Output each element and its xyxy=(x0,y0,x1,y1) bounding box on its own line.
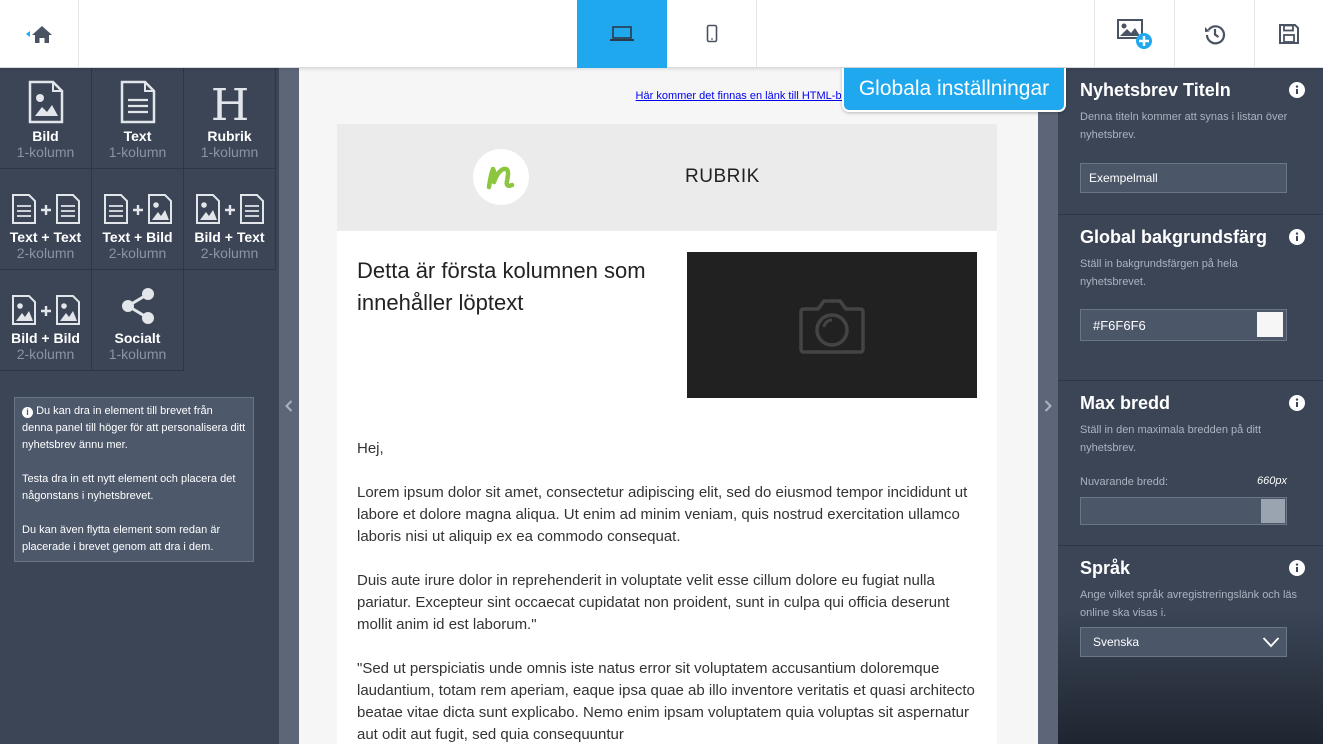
setting-description: Ställ in bakgrundsfärgen på hela nyhetsb… xyxy=(1080,258,1238,288)
greeting: Hej, xyxy=(357,440,384,457)
info-icon[interactable] xyxy=(1289,229,1305,245)
paragraph-3: "Sed ut perspiciatis unde omnis iste nat… xyxy=(357,660,975,743)
save-icon xyxy=(1279,24,1299,44)
chevron-right-icon xyxy=(1044,400,1052,412)
laptop-icon xyxy=(610,26,634,41)
share-icon xyxy=(121,288,154,324)
language-value: Svenska xyxy=(1093,635,1140,649)
add-image-button[interactable] xyxy=(1094,0,1174,68)
info-icon[interactable] xyxy=(1289,395,1305,411)
background-color-input[interactable]: #F6F6F6 xyxy=(1080,309,1287,341)
image-icon xyxy=(28,80,63,124)
newsletter-body: Detta är första kolumnen som innehåller … xyxy=(337,231,997,744)
setting-description: Denna titeln kommer att synas i listan ö… xyxy=(1080,111,1288,141)
element-label: Text + Text xyxy=(9,229,82,245)
newsletter-canvas: Här kommer det finnas en länk till HTML-… xyxy=(299,68,1038,744)
history-icon xyxy=(1204,25,1225,45)
max-width-slider[interactable] xyxy=(1080,497,1287,525)
element-tile-text[interactable]: Text 1-kolumn xyxy=(92,68,184,169)
setting-heading: Språk xyxy=(1080,558,1131,578)
global-settings-tab[interactable]: Globala inställningar xyxy=(842,68,1066,112)
chevron-down-icon xyxy=(1262,637,1280,648)
slider-handle[interactable] xyxy=(1261,499,1285,523)
camera-icon xyxy=(799,299,865,354)
newsletter-title-input[interactable]: Exempelmall xyxy=(1080,163,1287,193)
top-toolbar xyxy=(0,0,1323,68)
chevron-left-icon xyxy=(285,400,293,412)
element-tile-socialt[interactable]: Socialt 1-kolumn xyxy=(92,270,184,371)
mobile-icon xyxy=(706,24,717,43)
image-placeholder[interactable] xyxy=(687,252,977,398)
text-icon xyxy=(120,80,155,124)
setting-language: Språk Ange vilket språk avregistreringsl… xyxy=(1058,546,1323,681)
image-add-icon xyxy=(1116,19,1152,49)
element-sublabel: 1-kolumn xyxy=(108,144,167,160)
help-info-box: i Du kan dra in element till brevet från… xyxy=(14,397,254,562)
mobile-view-button[interactable] xyxy=(667,0,757,68)
save-button[interactable] xyxy=(1254,0,1323,68)
column-text[interactable]: Detta är första kolumnen som innehåller … xyxy=(357,255,657,319)
info-text-3: Du kan även flytta element som redan är … xyxy=(22,524,221,553)
image-image-icon xyxy=(11,295,80,325)
element-sublabel: 2-kolumn xyxy=(200,245,259,261)
element-sublabel: 1-kolumn xyxy=(200,144,259,160)
home-icon xyxy=(26,26,52,43)
logo-n-icon xyxy=(486,166,515,190)
element-sublabel: 2-kolumn xyxy=(16,346,75,362)
info-icon: i xyxy=(22,407,33,418)
setting-newsletter-title: Nyhetsbrev Titeln Denna titeln kommer at… xyxy=(1058,68,1323,215)
text-image-icon xyxy=(103,194,172,224)
elements-panel: Bild 1-kolumn Text 1-kolumn H Rubrik 1-k… xyxy=(0,68,279,744)
element-tile-rubrik[interactable]: H Rubrik 1-kolumn xyxy=(184,68,276,169)
element-tile-bild-text[interactable]: Bild + Text 2-kolumn xyxy=(184,169,276,270)
newsletter-header[interactable]: RUBRIK xyxy=(337,124,997,231)
setting-background-color: Global bakgrundsfärg Ställ in bakgrundsf… xyxy=(1058,215,1323,381)
desktop-view-button[interactable] xyxy=(577,0,667,68)
collapse-left-panel-handle[interactable] xyxy=(279,68,299,744)
language-select[interactable]: Svenska xyxy=(1080,627,1287,657)
element-label: Text + Bild xyxy=(102,229,173,245)
home-button[interactable] xyxy=(0,0,79,68)
element-tile-text-text[interactable]: Text + Text 2-kolumn xyxy=(0,169,92,270)
image-text-icon xyxy=(195,194,264,224)
element-label: Rubrik xyxy=(207,128,252,144)
color-swatch[interactable] xyxy=(1257,312,1283,337)
element-tile-bild-bild[interactable]: Bild + Bild 2-kolumn xyxy=(0,270,92,371)
svg-text:H: H xyxy=(210,84,248,124)
setting-description: Ställ in den maximala bredden på ditt ny… xyxy=(1080,424,1261,454)
setting-heading: Nyhetsbrev Titeln xyxy=(1080,80,1231,100)
logo xyxy=(473,149,529,205)
color-value: #F6F6F6 xyxy=(1093,317,1146,333)
element-label: Socialt xyxy=(114,330,161,346)
paragraph-1: Lorem ipsum dolor sit amet, consectetur … xyxy=(357,484,968,545)
current-width-label: Nuvarande bredd: xyxy=(1080,476,1169,488)
collapse-right-panel-handle[interactable] xyxy=(1038,68,1058,744)
setting-description: Ange vilket språk avregistreringslänk oc… xyxy=(1080,589,1298,619)
current-width-value: 660px xyxy=(1257,475,1287,487)
element-label: Bild xyxy=(32,128,59,144)
info-icon[interactable] xyxy=(1289,82,1305,98)
info-text-2: Testa dra in ett nytt element och placer… xyxy=(22,473,236,502)
history-button[interactable] xyxy=(1174,0,1254,68)
element-sublabel: 2-kolumn xyxy=(16,245,75,261)
setting-heading: Global bakgrundsfärg xyxy=(1080,227,1268,247)
element-sublabel: 1-kolumn xyxy=(16,144,75,160)
element-label: Bild + Text xyxy=(194,229,265,245)
setting-heading: Max bredd xyxy=(1080,393,1171,413)
element-tile-text-bild[interactable]: Text + Bild 2-kolumn xyxy=(92,169,184,270)
element-sublabel: 2-kolumn xyxy=(108,245,167,261)
global-settings-panel: Nyhetsbrev Titeln Denna titeln kommer at… xyxy=(1058,68,1323,744)
info-icon[interactable] xyxy=(1289,560,1305,576)
element-label: Text xyxy=(123,128,152,144)
text-text-icon xyxy=(11,194,80,224)
body-text[interactable]: Hej, Lorem ipsum dolor sit amet, consect… xyxy=(357,438,982,744)
element-label: Bild + Bild xyxy=(11,330,80,346)
element-sublabel: 1-kolumn xyxy=(108,346,167,362)
paragraph-2: Duis aute irure dolor in reprehenderit i… xyxy=(357,572,950,633)
heading-icon: H xyxy=(210,84,248,124)
info-text-1: Du kan dra in element till brevet från d… xyxy=(22,405,246,451)
header-title[interactable]: RUBRIK xyxy=(685,166,760,188)
element-tile-bild[interactable]: Bild 1-kolumn xyxy=(0,68,92,169)
